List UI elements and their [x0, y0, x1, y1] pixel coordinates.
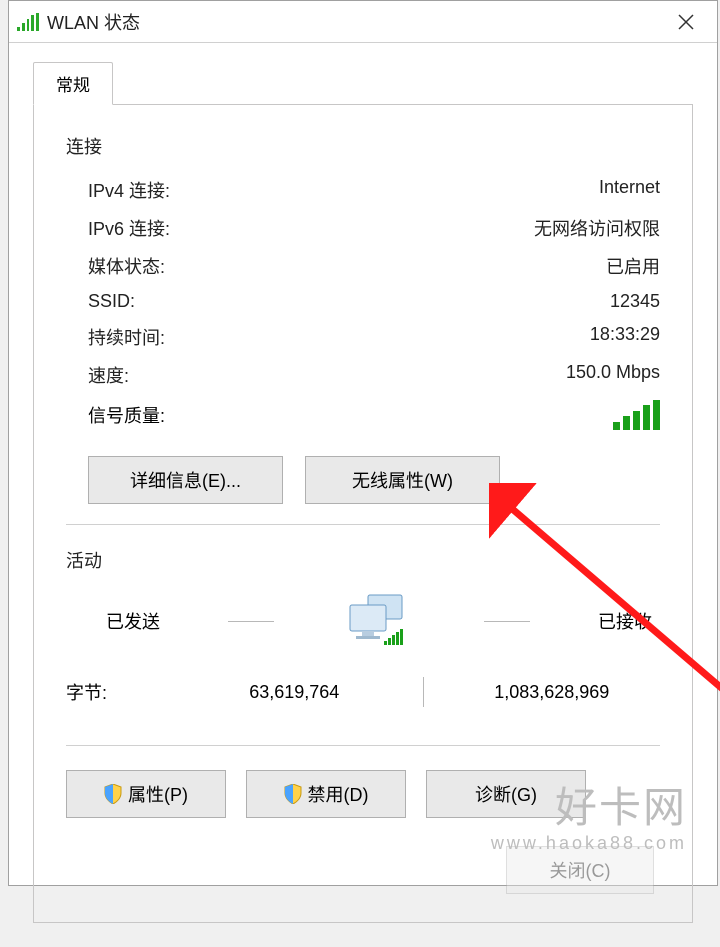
duration-label: 持续时间:: [88, 324, 165, 350]
speed-label: 速度:: [88, 362, 129, 388]
ipv4-label: IPv4 连接:: [88, 177, 170, 203]
bytes-divider: [423, 677, 424, 707]
shield-icon: [104, 784, 122, 804]
speed-value: 150.0 Mbps: [566, 362, 660, 388]
ipv4-row: IPv4 连接: Internet: [66, 171, 660, 209]
signal-label: 信号质量:: [88, 402, 165, 428]
properties-button-label: 属性(P): [128, 781, 188, 807]
close-button[interactable]: 关闭(C): [506, 846, 654, 894]
activity-section-title: 活动: [66, 547, 660, 573]
activity-row: 已发送: [66, 593, 660, 649]
sent-label: 已发送: [106, 608, 160, 634]
ssid-label: SSID:: [88, 291, 135, 312]
ssid-value: 12345: [610, 291, 660, 312]
ipv6-label: IPv6 连接:: [88, 215, 170, 241]
wifi-signal-icon: [17, 13, 39, 31]
media-state-label: 媒体状态:: [88, 253, 165, 279]
dash-left: [228, 621, 274, 622]
disable-button-label: 禁用(D): [308, 781, 369, 807]
general-panel: 连接 IPv4 连接: Internet IPv6 连接: 无网络访问权限 媒体…: [33, 105, 693, 923]
network-monitors-icon: [342, 593, 416, 649]
bytes-recv-value: 1,083,628,969: [444, 682, 661, 703]
signal-row: 信号质量:: [66, 394, 660, 436]
bytes-sent-value: 63,619,764: [186, 682, 403, 703]
shield-icon: [284, 784, 302, 804]
titlebar: WLAN 状态: [9, 1, 717, 43]
wlan-status-window: WLAN 状态 常规 连接 IPv4 连接: Internet IPv6 连接:…: [8, 0, 718, 886]
duration-value: 18:33:29: [590, 324, 660, 350]
bytes-row: 字节: 63,619,764 1,083,628,969: [66, 677, 660, 707]
duration-row: 持续时间: 18:33:29: [66, 318, 660, 356]
ipv6-row: IPv6 连接: 无网络访问权限: [66, 209, 660, 247]
bytes-label: 字节:: [66, 679, 186, 705]
window-close-button[interactable]: [663, 2, 709, 42]
connection-section-title: 连接: [66, 133, 660, 159]
tab-general[interactable]: 常规: [33, 62, 113, 105]
diagnose-button[interactable]: 诊断(G): [426, 770, 586, 818]
dash-right: [484, 621, 530, 622]
divider: [66, 524, 660, 525]
divider-2: [66, 745, 660, 746]
window-title: WLAN 状态: [47, 9, 663, 35]
media-state-row: 媒体状态: 已启用: [66, 247, 660, 285]
signal-strength-icon: [612, 400, 660, 430]
speed-row: 速度: 150.0 Mbps: [66, 356, 660, 394]
ssid-row: SSID: 12345: [66, 285, 660, 318]
disable-button[interactable]: 禁用(D): [246, 770, 406, 818]
properties-button[interactable]: 属性(P): [66, 770, 226, 818]
ipv4-value: Internet: [599, 177, 660, 203]
details-button[interactable]: 详细信息(E)...: [88, 456, 283, 504]
wireless-properties-button[interactable]: 无线属性(W): [305, 456, 500, 504]
tab-strip: 常规: [33, 61, 693, 105]
media-state-value: 已启用: [606, 253, 660, 279]
ipv6-value: 无网络访问权限: [534, 215, 660, 241]
recv-label: 已接收: [598, 608, 652, 634]
